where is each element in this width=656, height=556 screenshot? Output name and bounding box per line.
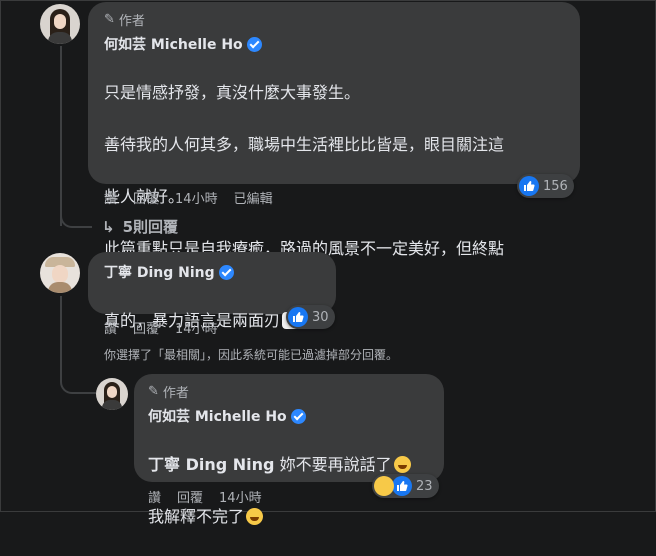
author-name[interactable]: 丁寧 Ding Ning bbox=[104, 262, 234, 282]
pencil-icon: ✎ bbox=[148, 384, 159, 399]
view-replies-link[interactable]: ↳ 5則回覆 bbox=[102, 216, 178, 237]
haha-reaction-icon bbox=[374, 476, 394, 496]
comment-actions: 讚 回覆 14小時 bbox=[104, 318, 218, 337]
avatar[interactable] bbox=[40, 253, 80, 293]
laughing-emoji-icon bbox=[393, 456, 411, 473]
pencil-icon: ✎ bbox=[104, 12, 115, 27]
like-reaction-icon bbox=[519, 176, 539, 196]
thread-line bbox=[60, 356, 96, 394]
timestamp[interactable]: 14小時 bbox=[175, 188, 218, 207]
author-name[interactable]: 何如芸 Michelle Ho bbox=[104, 34, 262, 54]
mention-link[interactable]: 丁寧 Ding Ning bbox=[148, 455, 274, 474]
reply-button[interactable]: 回覆 bbox=[177, 487, 203, 506]
like-reaction-icon bbox=[392, 476, 412, 496]
timestamp[interactable]: 14小時 bbox=[175, 318, 218, 337]
avatar[interactable] bbox=[40, 4, 80, 44]
author-tag: ✎ 作者 bbox=[104, 12, 145, 29]
grin-sweat-emoji-icon bbox=[246, 508, 264, 525]
reaction-count: 156 bbox=[543, 178, 568, 194]
verified-badge-icon bbox=[246, 36, 262, 52]
timestamp[interactable]: 14小時 bbox=[219, 487, 262, 506]
verified-badge-icon bbox=[218, 264, 234, 280]
thread-line bbox=[60, 296, 62, 356]
reply-arrow-icon: ↳ bbox=[102, 217, 115, 236]
reaction-count: 23 bbox=[416, 478, 433, 494]
comment-actions: 讚 回覆 14小時 bbox=[148, 487, 262, 506]
reaction-summary[interactable]: 23 bbox=[372, 474, 439, 498]
like-button[interactable]: 讚 bbox=[104, 318, 117, 337]
edited-label: 已編輯 bbox=[233, 192, 273, 207]
reply-button[interactable]: 回覆 bbox=[133, 188, 159, 207]
comment-actions: 讚 回覆 14小時 已編輯 bbox=[104, 188, 273, 207]
thread-line bbox=[60, 196, 92, 228]
like-button[interactable]: 讚 bbox=[148, 487, 161, 506]
reaction-count: 30 bbox=[312, 309, 329, 325]
author-tag: ✎ 作者 bbox=[148, 384, 189, 401]
reaction-summary[interactable]: 30 bbox=[286, 305, 335, 329]
reply-button[interactable]: 回覆 bbox=[133, 318, 159, 337]
filter-note: 你選擇了「最相關」，因此系統可能已過濾掉部分回覆。 bbox=[104, 348, 399, 362]
like-button[interactable]: 讚 bbox=[104, 188, 117, 207]
author-name[interactable]: 何如芸 Michelle Ho bbox=[148, 406, 306, 426]
verified-badge-icon bbox=[290, 408, 306, 424]
avatar[interactable] bbox=[96, 378, 128, 410]
like-reaction-icon bbox=[288, 307, 308, 327]
reaction-summary[interactable]: 156 bbox=[517, 174, 574, 198]
